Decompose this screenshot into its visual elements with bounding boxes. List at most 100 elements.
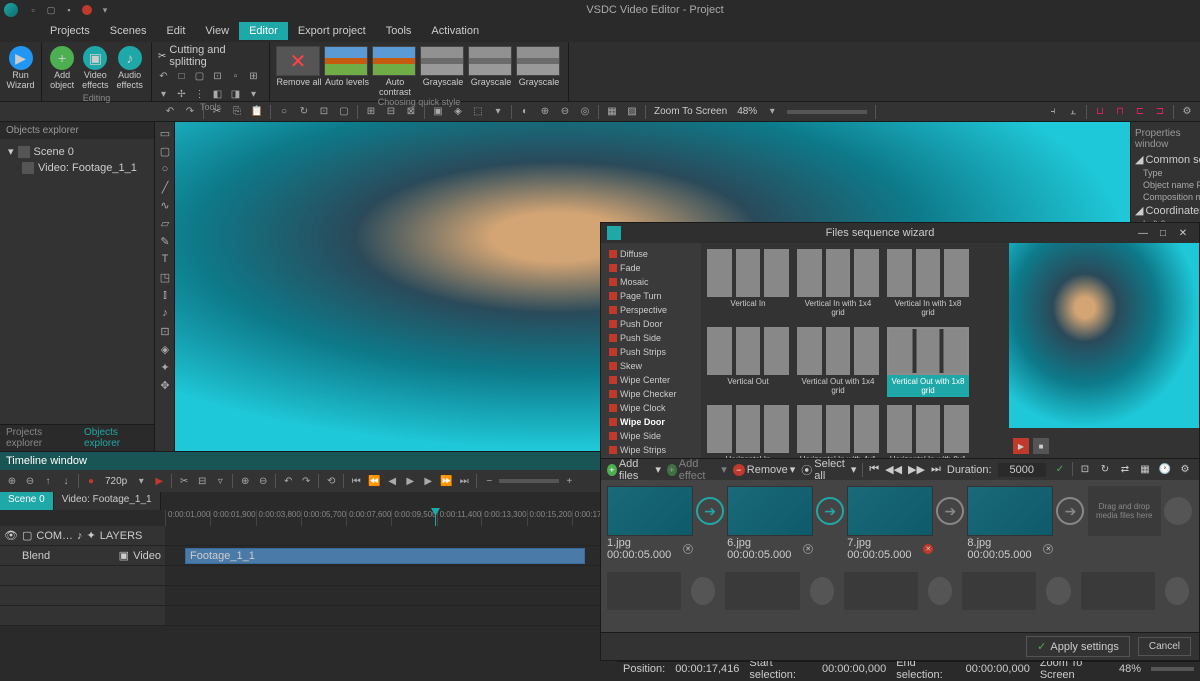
delete-icon[interactable]: ✕ <box>683 544 693 554</box>
transition-arrow[interactable]: ➔ <box>935 486 965 536</box>
effect-item[interactable]: Perspective <box>605 303 697 317</box>
add-effect-button[interactable]: +Add effect ▾ <box>667 458 727 482</box>
tool-icon[interactable]: ⋮ <box>192 86 208 102</box>
spray-icon[interactable]: ✦ <box>155 358 175 376</box>
effect-item[interactable]: Push Door <box>605 317 697 331</box>
select-all-button[interactable]: ⦿Select all ▾ <box>801 458 856 482</box>
flip-icon[interactable]: ⇄ <box>1117 462 1133 478</box>
status-zoom-slider[interactable] <box>1151 667 1194 671</box>
loop-icon[interactable]: ⟲ <box>323 473 339 489</box>
transition-thumb[interactable]: Vertical Out <box>707 327 789 397</box>
tool-icon[interactable]: ▢ <box>192 68 208 84</box>
lock-icon[interactable]: ▢ <box>22 529 32 542</box>
quickstyle-auto-contrast[interactable]: Auto contrast <box>372 46 418 97</box>
text-icon[interactable]: T <box>155 250 175 268</box>
add-icon[interactable]: ⊕ <box>4 473 20 489</box>
run-wizard-button[interactable]: ▶ Run Wizard <box>3 44 39 93</box>
effects-icon[interactable]: ▦ <box>1137 462 1153 478</box>
tool-icon[interactable]: ⊞ <box>362 104 380 120</box>
transition-arrow[interactable]: ➔ <box>815 486 845 536</box>
dragdrop-zone[interactable]: Drag and drop media files here <box>1088 486 1161 536</box>
up-icon[interactable]: ↑ <box>40 473 56 489</box>
down-icon[interactable]: ↓ <box>58 473 74 489</box>
tool-icon[interactable]: ▾ <box>489 104 507 120</box>
audio-icon[interactable]: ♪ <box>77 530 83 542</box>
chevron-down-icon[interactable]: ▾ <box>763 104 781 120</box>
maximize-icon[interactable]: □ <box>1153 228 1173 239</box>
timeline-zoom-slider[interactable] <box>499 479 559 483</box>
remove-button[interactable]: −Remove ▾ <box>733 463 796 476</box>
tool-icon[interactable]: ▦ <box>603 104 621 120</box>
add-object-button[interactable]: + Add object <box>46 44 78 93</box>
step-fwd-icon[interactable]: ▶ <box>420 473 436 489</box>
empty-transition[interactable] <box>928 577 952 605</box>
settings-icon[interactable]: ⚙ <box>1178 104 1196 120</box>
step-back-icon[interactable]: ◀ <box>384 473 400 489</box>
menu-view[interactable]: View <box>195 22 239 40</box>
transition-thumb[interactable]: Horizontal In <box>707 405 789 458</box>
transition-thumb[interactable]: Vertical Out with 1x8 grid <box>887 327 969 397</box>
animation-icon[interactable]: ◈ <box>155 340 175 358</box>
align-icon[interactable]: ⊏ <box>1131 104 1149 120</box>
delete-icon[interactable]: ✕ <box>923 544 933 554</box>
quickstyle-grayscale[interactable]: Grayscale <box>420 46 466 97</box>
align-icon[interactable]: ⊐ <box>1151 104 1169 120</box>
move-icon[interactable]: ✥ <box>155 376 175 394</box>
tool-icon[interactable]: ○ <box>275 104 293 120</box>
tree-video-item[interactable]: Video: Footage_1_1 <box>4 160 150 176</box>
tooltip-icon[interactable]: ◳ <box>155 268 175 286</box>
delete-icon[interactable]: ✕ <box>803 544 813 554</box>
close-icon[interactable]: ✕ <box>1173 228 1193 239</box>
tree-scene[interactable]: ▾Scene 0 <box>4 143 150 160</box>
tool-icon[interactable]: ▾ <box>156 86 172 102</box>
effect-item[interactable]: Wipe Clock <box>605 401 697 415</box>
menu-edit[interactable]: Edit <box>156 22 195 40</box>
track-header[interactable]: 👁 ▢ COM… ♪ ✦ LAYERS <box>0 526 165 545</box>
tool-icon[interactable]: ◧ <box>210 86 226 102</box>
tool-icon[interactable]: ⊠ <box>402 104 420 120</box>
paste-icon[interactable]: 📋 <box>248 104 266 120</box>
tool-icon[interactable]: ▢ <box>335 104 353 120</box>
transition-thumb[interactable]: Vertical In with 1x8 grid <box>887 249 969 319</box>
effect-item[interactable]: Diffuse <box>605 247 697 261</box>
save-icon[interactable]: ▪ <box>62 3 76 17</box>
open-icon[interactable]: ▢ <box>44 3 58 17</box>
empty-transition[interactable] <box>810 577 834 605</box>
crop-icon[interactable]: ⊡ <box>1077 462 1093 478</box>
tool-icon[interactable]: ◈ <box>449 104 467 120</box>
skip-start-icon[interactable]: ⏮ <box>869 463 879 476</box>
tool-icon[interactable]: ⬚ <box>469 104 487 120</box>
empty-slot[interactable] <box>962 572 1036 610</box>
transition-thumb[interactable]: Vertical Out with 1x4 grid <box>797 327 879 397</box>
empty-slot[interactable] <box>607 572 681 610</box>
file-slot[interactable]: 7.jpg00:00:05.000✕ <box>847 486 933 562</box>
skip-end-icon[interactable]: ⏭ <box>456 473 472 489</box>
file-slot[interactable]: 8.jpg00:00:05.000✕ <box>967 486 1053 562</box>
curve-icon[interactable]: ∿ <box>155 196 175 214</box>
pen-icon[interactable]: ✎ <box>155 232 175 250</box>
quickstyle-remove-all[interactable]: ✕Remove all <box>276 46 322 97</box>
next-frame-icon[interactable]: ⏩ <box>438 473 454 489</box>
dropdown-icon[interactable]: ▾ <box>98 3 112 17</box>
next-icon[interactable]: ▶▶ <box>908 463 925 476</box>
timeline-tab-video[interactable]: Video: Footage_1_1 <box>54 492 161 510</box>
copy-icon[interactable]: ⎘ <box>228 104 246 120</box>
tool-icon[interactable]: ⊡ <box>210 68 226 84</box>
empty-slot[interactable] <box>1081 572 1155 610</box>
tab-projects-explorer[interactable]: Projects explorer <box>0 425 78 451</box>
cancel-button[interactable]: Cancel <box>1138 637 1191 656</box>
align-icon[interactable]: ⫞ <box>1044 104 1062 120</box>
counter-icon[interactable]: ⊡ <box>155 322 175 340</box>
prop-coords[interactable]: ◢Coordinates <box>1135 203 1196 218</box>
unlink-icon[interactable]: ⊖ <box>255 473 271 489</box>
effect-item[interactable]: Push Strips <box>605 345 697 359</box>
transition-thumb[interactable]: Vertical In <box>707 249 789 319</box>
quickstyle-grayscale-2[interactable]: Grayscale <box>468 46 514 97</box>
timeline-ruler[interactable]: 0:00:01,000 0:00:01,900 0:00:03,800 0:00… <box>0 510 617 526</box>
fx-icon[interactable]: ✦ <box>87 529 96 542</box>
zoom-out-icon[interactable]: − <box>481 473 497 489</box>
link-icon[interactable]: ⊕ <box>237 473 253 489</box>
tool-icon[interactable]: ↶ <box>156 68 172 84</box>
tool-icon[interactable]: □ <box>174 68 190 84</box>
menu-export[interactable]: Export project <box>288 22 376 40</box>
